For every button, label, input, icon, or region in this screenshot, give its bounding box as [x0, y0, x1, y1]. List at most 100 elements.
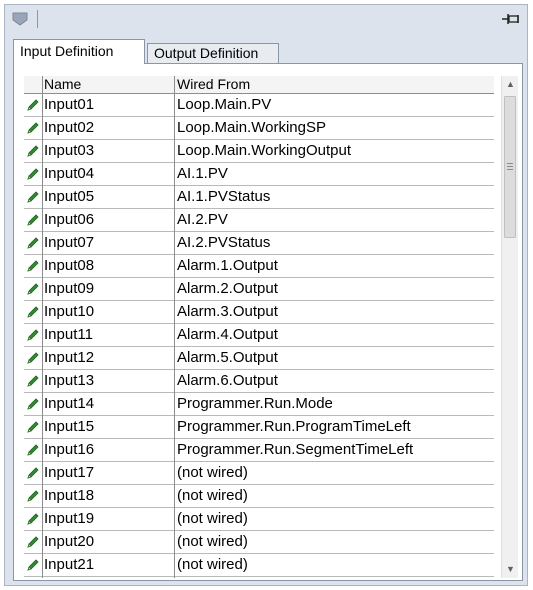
row-wired-from[interactable]: AI.1.PVStatus	[174, 186, 494, 209]
row-wired-from[interactable]: (not wired)	[174, 508, 494, 531]
table-row[interactable]: Input06 AI.2.PV	[24, 209, 494, 232]
pencil-icon	[27, 283, 39, 295]
scrollbar-thumb[interactable]	[504, 96, 516, 238]
row-icon-cell	[24, 554, 42, 577]
row-wired-from[interactable]: Loop.Main.WorkingSP	[174, 117, 494, 140]
row-wired-from[interactable]: Loop.Main.WorkingOutput	[174, 140, 494, 163]
table-row[interactable]: Input03 Loop.Main.WorkingOutput	[24, 140, 494, 163]
row-wired-from[interactable]: AI.2.PVStatus	[174, 232, 494, 255]
row-wired-from[interactable]: (not wired)	[174, 462, 494, 485]
row-wired-from[interactable]: (not wired)	[174, 554, 494, 577]
scroll-up-icon[interactable]: ▲	[502, 76, 519, 93]
row-wired-from[interactable]: Programmer.Run.ProgramTimeLeft	[174, 416, 494, 439]
shield-icon[interactable]	[11, 11, 33, 27]
table-row[interactable]: Input12 Alarm.5.Output	[24, 347, 494, 370]
row-icon-cell	[24, 232, 42, 255]
row-icon-cell	[24, 255, 42, 278]
row-wired-from[interactable]: Alarm.1.Output	[174, 255, 494, 278]
row-wired-from[interactable]: Loop.Main.PV	[174, 94, 494, 117]
row-wired-from[interactable]: Alarm.6.Output	[174, 370, 494, 393]
table-row[interactable]: Input05 AI.1.PVStatus	[24, 186, 494, 209]
row-icon-cell	[24, 485, 42, 508]
row-name: Input02	[44, 119, 95, 136]
row-wired-from[interactable]: Alarm.4.Output	[174, 324, 494, 347]
column-divider	[174, 76, 175, 578]
vertical-scrollbar[interactable]: ▲ ▼	[501, 76, 518, 578]
column-divider	[42, 76, 43, 578]
table-row[interactable]: Input15 Programmer.Run.ProgramTimeLeft	[24, 416, 494, 439]
row-name: Input12	[44, 349, 95, 366]
table-row[interactable]: Input14 Programmer.Run.Mode	[24, 393, 494, 416]
pencil-icon	[27, 490, 39, 502]
row-icon-cell	[24, 531, 42, 554]
panel-toolbar	[5, 5, 527, 33]
row-icon-cell	[24, 462, 42, 485]
row-name: Input08	[44, 257, 95, 274]
table-row[interactable]: Input13 Alarm.6.Output	[24, 370, 494, 393]
pin-icon[interactable]	[501, 12, 521, 26]
properties-panel: Input Definition Output Definition Name …	[4, 4, 528, 586]
row-name: Input14	[44, 395, 95, 412]
table-row[interactable]: Input16 Programmer.Run.SegmentTimeLeft	[24, 439, 494, 462]
table-row[interactable]: Input07 AI.2.PVStatus	[24, 232, 494, 255]
row-icon-cell	[24, 186, 42, 209]
row-wired-from[interactable]: Alarm.3.Output	[174, 301, 494, 324]
column-header-wired-from[interactable]: Wired From	[174, 76, 494, 94]
pencil-icon	[27, 536, 39, 548]
grip-line	[507, 163, 513, 164]
pencil-icon	[27, 421, 39, 433]
grip-line	[507, 169, 513, 170]
table-row[interactable]: Input08 Alarm.1.Output	[24, 255, 494, 278]
header-divider	[24, 93, 494, 94]
table-row[interactable]: Input04 AI.1.PV	[24, 163, 494, 186]
tab-input-definition[interactable]: Input Definition	[13, 39, 145, 64]
table-row[interactable]: Input01 Loop.Main.PV	[24, 94, 494, 117]
row-icon-cell	[24, 393, 42, 416]
table-row[interactable]: Input17 (not wired)	[24, 462, 494, 485]
row-wired-from[interactable]: (not wired)	[174, 531, 494, 554]
row-icon-cell	[24, 439, 42, 462]
row-wired-from[interactable]: Alarm.2.Output	[174, 278, 494, 301]
table-row[interactable]: Input19 (not wired)	[24, 508, 494, 531]
pencil-icon	[27, 559, 39, 571]
input-definition-page: Name Wired From Input01 Loop.Main.PV Input…	[13, 63, 523, 581]
toolbar-separator	[37, 10, 38, 28]
row-icon-cell	[24, 347, 42, 370]
grip-line	[507, 166, 513, 167]
pencil-icon	[27, 145, 39, 157]
row-icon-cell	[24, 163, 42, 186]
scroll-down-icon[interactable]: ▼	[502, 561, 519, 578]
row-icon-cell	[24, 209, 42, 232]
pencil-icon	[27, 375, 39, 387]
table-row[interactable]: Input02 Loop.Main.WorkingSP	[24, 117, 494, 140]
column-header-name[interactable]: Name	[42, 76, 174, 94]
table-row[interactable]: Input20 (not wired)	[24, 531, 494, 554]
row-name: Input21	[44, 556, 95, 573]
pencil-icon	[27, 467, 39, 479]
row-name: Input10	[44, 303, 95, 320]
table-row[interactable]: Input10 Alarm.3.Output	[24, 301, 494, 324]
pencil-icon	[27, 329, 39, 341]
table-row[interactable]: Input18 (not wired)	[24, 485, 494, 508]
pencil-icon	[27, 122, 39, 134]
header-icon-cell	[24, 76, 42, 94]
row-icon-cell	[24, 370, 42, 393]
row-name: Input18	[44, 487, 95, 504]
row-name: Input16	[44, 441, 95, 458]
tab-output-definition[interactable]: Output Definition	[147, 43, 279, 63]
row-wired-from[interactable]: AI.1.PV	[174, 163, 494, 186]
row-wired-from[interactable]: Alarm.5.Output	[174, 347, 494, 370]
row-wired-from[interactable]: AI.2.PV	[174, 209, 494, 232]
pencil-icon	[27, 191, 39, 203]
row-wired-from[interactable]: Programmer.Run.SegmentTimeLeft	[174, 439, 494, 462]
pencil-icon	[27, 398, 39, 410]
table-row[interactable]: Input09 Alarm.2.Output	[24, 278, 494, 301]
row-icon-cell	[24, 301, 42, 324]
table-header: Name Wired From	[24, 76, 494, 94]
row-wired-from[interactable]: (not wired)	[174, 485, 494, 508]
row-icon-cell	[24, 278, 42, 301]
row-wired-from[interactable]: Programmer.Run.Mode	[174, 393, 494, 416]
table-row[interactable]: Input11 Alarm.4.Output	[24, 324, 494, 347]
row-divider	[24, 576, 494, 577]
table-row[interactable]: Input21 (not wired)	[24, 554, 494, 577]
